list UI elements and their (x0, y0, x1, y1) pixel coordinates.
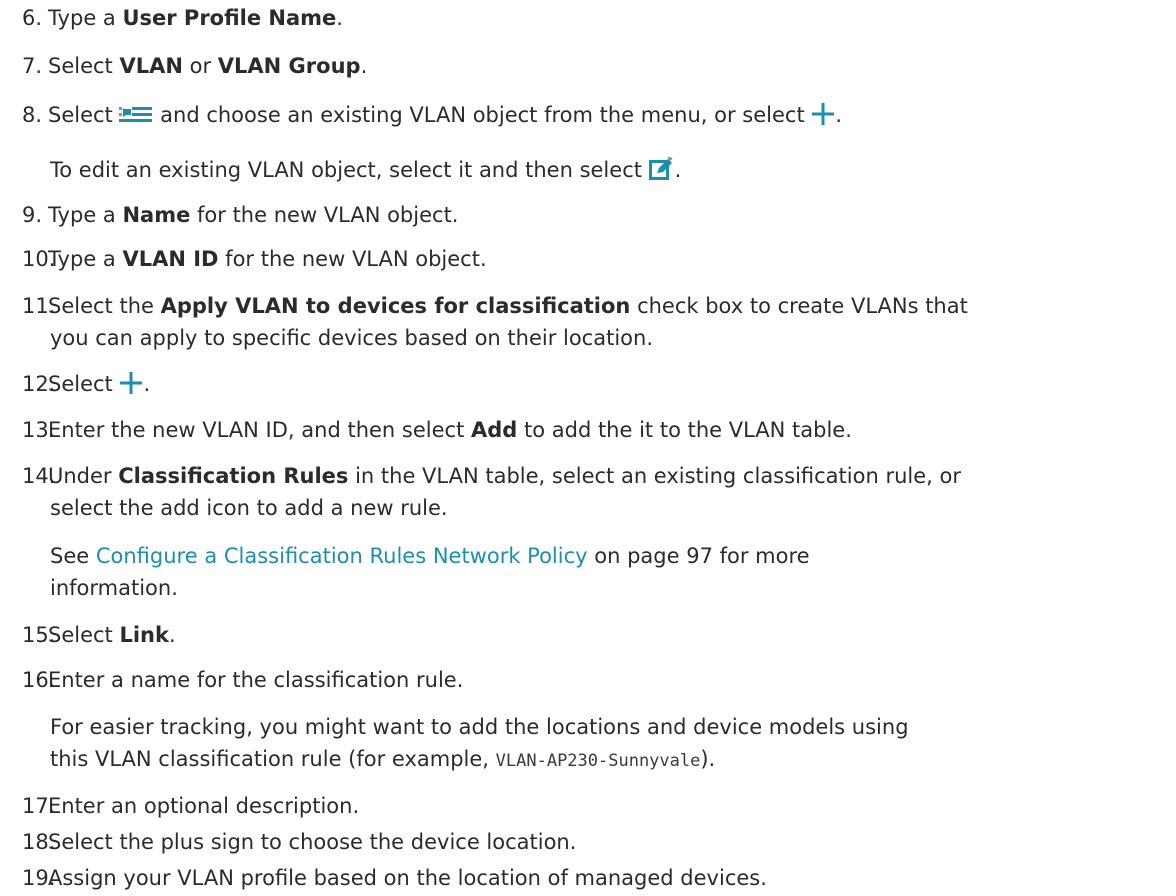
step-text: Assign your VLAN profile based on the lo… (48, 866, 767, 890)
note-text: information. (50, 576, 178, 600)
step-8: 8. Select and choose an existing VLAN obj… (22, 99, 1172, 135)
step-text: Type a (48, 6, 123, 30)
ui-term: Add (470, 418, 518, 442)
step-7: 7. Select VLAN or VLAN Group. (22, 50, 1172, 82)
step-text: Type a (48, 247, 123, 271)
note-text: To edit an existing VLAN object, select … (50, 158, 649, 182)
step-text: Enter a name for the classification rule… (48, 668, 464, 692)
note-text: For easier tracking, you might want to a… (50, 715, 909, 739)
step-text: Select (48, 372, 120, 396)
step-number: 15. (22, 623, 56, 647)
step-text: . (360, 54, 368, 78)
step-16-note-line2: this VLAN classification rule (for examp… (50, 743, 1170, 777)
list-select-icon (119, 103, 153, 135)
step-12: 12.Select . (22, 368, 1172, 404)
note-text: this VLAN classification rule (for examp… (50, 747, 496, 771)
step-text: or (182, 54, 218, 78)
ui-term: Classification Rules (118, 464, 349, 488)
step-13: 13.Enter the new VLAN ID, and then selec… (22, 414, 1172, 446)
note-text: on page 97 for more (587, 544, 810, 568)
step-text: and choose an existing VLAN object from … (153, 103, 812, 127)
step-text: Enter an optional description. (48, 794, 360, 818)
step-number: 7. (22, 54, 43, 78)
plus-icon (811, 102, 835, 135)
ui-term: VLAN Group (217, 54, 361, 78)
step-text: Select the plus sign to choose the devic… (48, 830, 577, 854)
step-14-note: See Configure a Classification Rules Net… (50, 540, 1170, 572)
step-text: Under (48, 464, 119, 488)
step-18: 18.Select the plus sign to choose the de… (22, 826, 1172, 858)
step-14: 14.Under Classification Rules in the VLA… (22, 460, 1172, 492)
step-text: for the new VLAN object. (218, 247, 487, 271)
step-number: 14. (22, 464, 56, 488)
cross-reference-link[interactable]: Configure a Classification Rules Network… (96, 544, 588, 568)
step-text: Type a (48, 203, 123, 227)
ui-term: VLAN (119, 54, 183, 78)
step-11: 11.Select the Apply VLAN to devices for … (22, 290, 1172, 322)
step-text: Select (48, 103, 120, 127)
step-number: 9. (22, 203, 43, 227)
note-text: . (674, 158, 682, 182)
step-number: 16. (22, 668, 56, 692)
step-number: 17. (22, 794, 56, 818)
step-9: 9. Type a Name for the new VLAN object. (22, 199, 1172, 231)
step-text: . (168, 623, 176, 647)
step-11-line2: you can apply to specific devices based … (50, 322, 1170, 354)
ui-term: Name (122, 203, 191, 227)
step-text: you can apply to specific devices based … (50, 326, 654, 350)
ui-term: Link (119, 623, 169, 647)
step-15: 15.Select Link. (22, 619, 1172, 651)
step-number: 10. (22, 247, 56, 271)
step-text: for the new VLAN object. (190, 203, 459, 227)
step-text: select the add icon to add a new rule. (50, 496, 448, 520)
step-number: 19. (22, 866, 56, 890)
step-text: Enter the new VLAN ID, and then select (48, 418, 471, 442)
step-number: 13. (22, 418, 56, 442)
ui-term: Apply VLAN to devices for classification (160, 294, 631, 318)
code-example: VLAN-AP230-Sunnyvale (495, 751, 701, 771)
ui-term: User Profile Name (122, 6, 337, 30)
step-17: 17.Enter an optional description. (22, 790, 1172, 822)
step-number: 12. (22, 372, 56, 396)
step-text: . (835, 103, 843, 127)
step-6: 6. Type a User Profile Name. (22, 2, 1172, 34)
step-19: 19.Assign your VLAN profile based on the… (22, 862, 1172, 894)
step-14-note-line2: information. (50, 572, 1170, 604)
step-16-note: For easier tracking, you might want to a… (50, 711, 1170, 743)
step-number: 8. (22, 103, 43, 127)
step-text: Select (48, 623, 120, 647)
step-text: Select (48, 54, 120, 78)
step-number: 6. (22, 6, 43, 30)
step-number: 11. (22, 294, 56, 318)
step-text: in the VLAN table, select an existing cl… (348, 464, 961, 488)
step-8-note: To edit an existing VLAN object, select … (50, 154, 1170, 190)
step-14-line2: select the add icon to add a new rule. (50, 492, 1170, 524)
step-text: . (336, 6, 343, 30)
step-number: 18. (22, 830, 56, 854)
step-10: 10.Type a VLAN ID for the new VLAN objec… (22, 243, 1172, 275)
step-16: 16.Enter a name for the classification r… (22, 664, 1172, 696)
edit-icon (648, 156, 675, 190)
note-text: See (50, 544, 96, 568)
step-text: check box to create VLANs that (630, 294, 968, 318)
note-text: ). (700, 747, 716, 771)
step-text: Select the (48, 294, 161, 318)
step-text: to add the it to the VLAN table. (517, 418, 852, 442)
ui-term: VLAN ID (122, 247, 219, 271)
step-text: . (143, 372, 151, 396)
plus-icon (119, 371, 143, 404)
